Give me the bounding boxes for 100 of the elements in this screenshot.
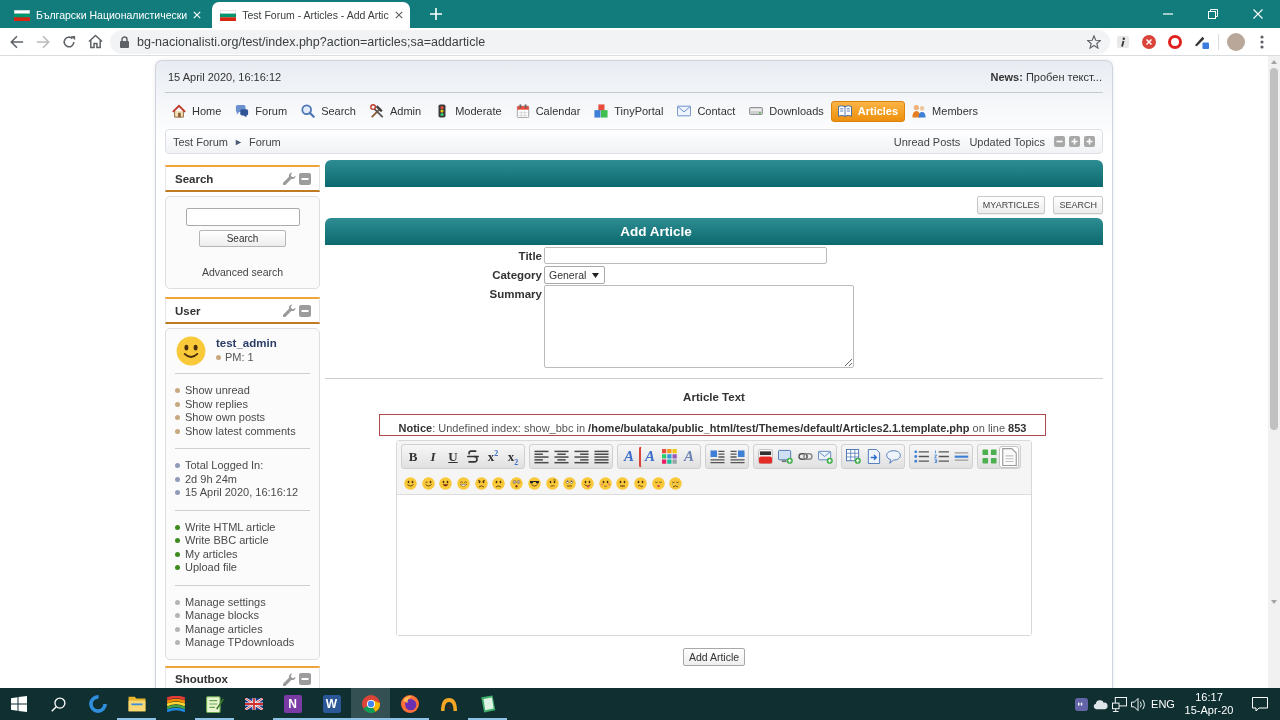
back-arrow-icon[interactable] bbox=[10, 34, 24, 49]
nav-button[interactable]: SEARCH bbox=[1053, 196, 1103, 214]
cloud-icon[interactable] bbox=[1093, 698, 1108, 710]
menu-item[interactable]: Calendar bbox=[508, 100, 588, 122]
wrench-icon[interactable] bbox=[283, 172, 296, 185]
new-tab-icon[interactable] bbox=[430, 8, 443, 20]
uneasy-face-icon[interactable] bbox=[633, 476, 647, 490]
angry-face-icon[interactable] bbox=[474, 476, 488, 490]
submit-button[interactable]: Add Article bbox=[682, 648, 746, 666]
notification-icon[interactable] bbox=[1252, 696, 1268, 712]
clock-time[interactable]: 16:17 bbox=[1195, 691, 1223, 704]
block-title: User bbox=[175, 304, 201, 317]
url-text: bg-nacionalisti.org/test/index.php?action=articles;sa=addarticle bbox=[137, 34, 487, 49]
taskbar-button[interactable]: W bbox=[312, 688, 351, 720]
clock-date[interactable]: 15-Apr-20 bbox=[1184, 704, 1234, 717]
quick-link[interactable]: Updated Topics bbox=[969, 135, 1045, 148]
sidebar-link[interactable]: Upload file bbox=[185, 561, 237, 575]
network-icon[interactable] bbox=[1112, 696, 1127, 712]
bold-button[interactable]: B bbox=[403, 445, 423, 468]
cross-circle-icon[interactable] bbox=[1142, 34, 1156, 49]
breadcrumb-link[interactable]: Test Forum bbox=[173, 135, 228, 148]
subscript-button[interactable]: x$_{2}$ bbox=[503, 445, 523, 468]
lock-icon bbox=[120, 35, 129, 48]
title-input[interactable] bbox=[544, 247, 827, 264]
nav-button[interactable]: MYARTICLES bbox=[976, 196, 1046, 214]
sidebar-link[interactable]: Show replies bbox=[185, 397, 248, 411]
sidebar-link[interactable]: Show own posts bbox=[185, 411, 266, 425]
font-size-button[interactable]: A bbox=[639, 445, 659, 468]
sidebar-link[interactable]: Write HTML article bbox=[185, 520, 276, 534]
collapse-icon[interactable] bbox=[299, 673, 311, 685]
pen-icon[interactable] bbox=[1193, 34, 1209, 49]
sidebar-link[interactable]: Manage settings bbox=[185, 595, 266, 609]
address-bar[interactable]: bg-nacionalisti.org/test/index.php?action=articles;sa=addarticle bbox=[110, 29, 1110, 54]
menu-item[interactable]: Forum bbox=[228, 100, 295, 122]
advanced-search-link[interactable]: Advanced search bbox=[201, 266, 284, 279]
underline-button[interactable]: U bbox=[443, 445, 463, 468]
sad-face-icon[interactable] bbox=[492, 476, 506, 490]
menu-item[interactable]: TinyPortal bbox=[587, 100, 671, 122]
sidebar-link[interactable]: Manage blocks bbox=[185, 609, 259, 623]
crying-face-icon[interactable] bbox=[669, 476, 683, 490]
collapse-icon[interactable] bbox=[299, 304, 311, 317]
username-link[interactable]: test_admin bbox=[216, 336, 277, 350]
menu-item[interactable]: Moderate bbox=[428, 100, 509, 122]
browser-tab[interactable]: Test Forum - Articles - Add Artic bbox=[212, 2, 410, 28]
wrench-icon[interactable] bbox=[283, 672, 296, 686]
vertical-scrollbar[interactable] bbox=[1268, 56, 1280, 688]
pm-link[interactable]: PM: 1 bbox=[225, 350, 254, 364]
smiley-face-icon[interactable] bbox=[404, 476, 417, 490]
collapse-icon[interactable] bbox=[299, 172, 311, 185]
menu-item[interactable]: Admin bbox=[363, 100, 429, 122]
confused-face-icon[interactable] bbox=[545, 476, 559, 490]
user-stat: 15 April 2020, 16:16:12 bbox=[185, 486, 299, 500]
info-icon[interactable] bbox=[1117, 35, 1129, 48]
folder-icon bbox=[127, 696, 146, 712]
menu-item[interactable]: Members bbox=[905, 100, 985, 122]
eye-roll-face-icon[interactable] bbox=[563, 476, 577, 490]
reload-icon[interactable] bbox=[62, 34, 76, 49]
sidebar-link[interactable]: Manage articles bbox=[185, 622, 263, 636]
restore-icon[interactable] bbox=[1207, 9, 1218, 19]
menu-item[interactable]: Home bbox=[165, 100, 229, 122]
taskbar-button[interactable]: N bbox=[273, 688, 312, 720]
search-button[interactable]: Search bbox=[199, 230, 286, 247]
menu-item[interactable]: Contact bbox=[670, 100, 743, 122]
superscript-button[interactable]: x$^{2}$ bbox=[483, 445, 503, 468]
star-icon[interactable] bbox=[1087, 34, 1101, 49]
sidebar-link[interactable]: Show latest comments bbox=[185, 424, 296, 438]
minimize-icon[interactable] bbox=[1162, 13, 1173, 15]
search-icon[interactable] bbox=[50, 696, 66, 712]
sidebar-link[interactable]: Write BBC article bbox=[185, 534, 269, 548]
laughing-face-icon[interactable] bbox=[439, 476, 453, 490]
start-menu-icon[interactable] bbox=[11, 696, 27, 712]
language-indicator[interactable]: ENG bbox=[1151, 698, 1175, 710]
tongue-face-icon[interactable] bbox=[580, 476, 594, 490]
close-icon[interactable] bbox=[394, 11, 403, 19]
blocks-icon bbox=[594, 104, 609, 118]
wrench-icon[interactable] bbox=[283, 304, 296, 317]
sidebar-link[interactable]: Manage TPdownloads bbox=[185, 636, 295, 650]
menu-icon[interactable] bbox=[1260, 34, 1264, 49]
blushing-face-icon[interactable] bbox=[598, 476, 612, 490]
chat-icon[interactable] bbox=[1075, 697, 1088, 711]
winking-face-icon[interactable] bbox=[421, 476, 435, 490]
search-input[interactable] bbox=[185, 208, 300, 226]
quick-link[interactable]: Unread Posts bbox=[893, 135, 961, 148]
kissing-face-icon[interactable] bbox=[651, 476, 665, 490]
sidebar-link[interactable]: My articles bbox=[185, 547, 238, 561]
sunglasses-face-icon[interactable] bbox=[527, 476, 541, 490]
people-icon bbox=[912, 104, 927, 118]
ring-icon[interactable] bbox=[1168, 34, 1182, 49]
menu-item[interactable]: Downloads bbox=[742, 100, 831, 122]
speaker-icon[interactable] bbox=[1131, 696, 1146, 712]
browser-tab[interactable]: Български Националистически bbox=[6, 2, 209, 28]
sidebar-link[interactable]: Show unread bbox=[185, 384, 250, 398]
home-icon[interactable] bbox=[87, 34, 103, 49]
category-select[interactable]: General bbox=[544, 266, 606, 284]
zipped-mouth-face-icon[interactable] bbox=[616, 476, 630, 490]
font-face-button[interactable]: A bbox=[619, 445, 639, 468]
italic-button[interactable]: I bbox=[423, 445, 443, 468]
breadcrumb-link[interactable]: Forum bbox=[248, 135, 281, 148]
menu-item[interactable]: Search bbox=[294, 100, 363, 122]
source-view-button[interactable] bbox=[999, 445, 1019, 468]
